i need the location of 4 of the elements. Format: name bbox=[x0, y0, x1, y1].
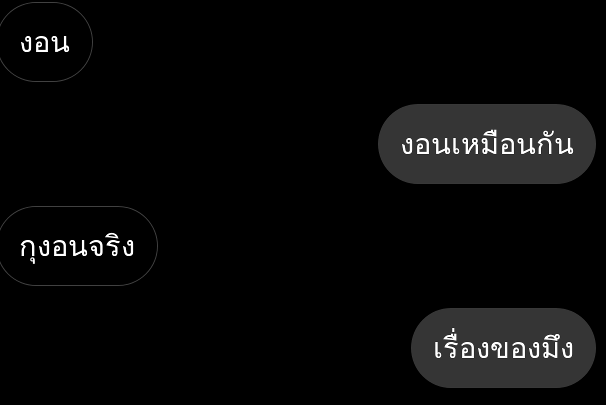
received-message: งอน bbox=[0, 2, 93, 82]
sent-message: งอนเหมือนกัน bbox=[378, 104, 596, 184]
received-message: กุงอนจริง bbox=[0, 206, 158, 286]
sent-message: เรื่องของมึง bbox=[411, 308, 596, 388]
